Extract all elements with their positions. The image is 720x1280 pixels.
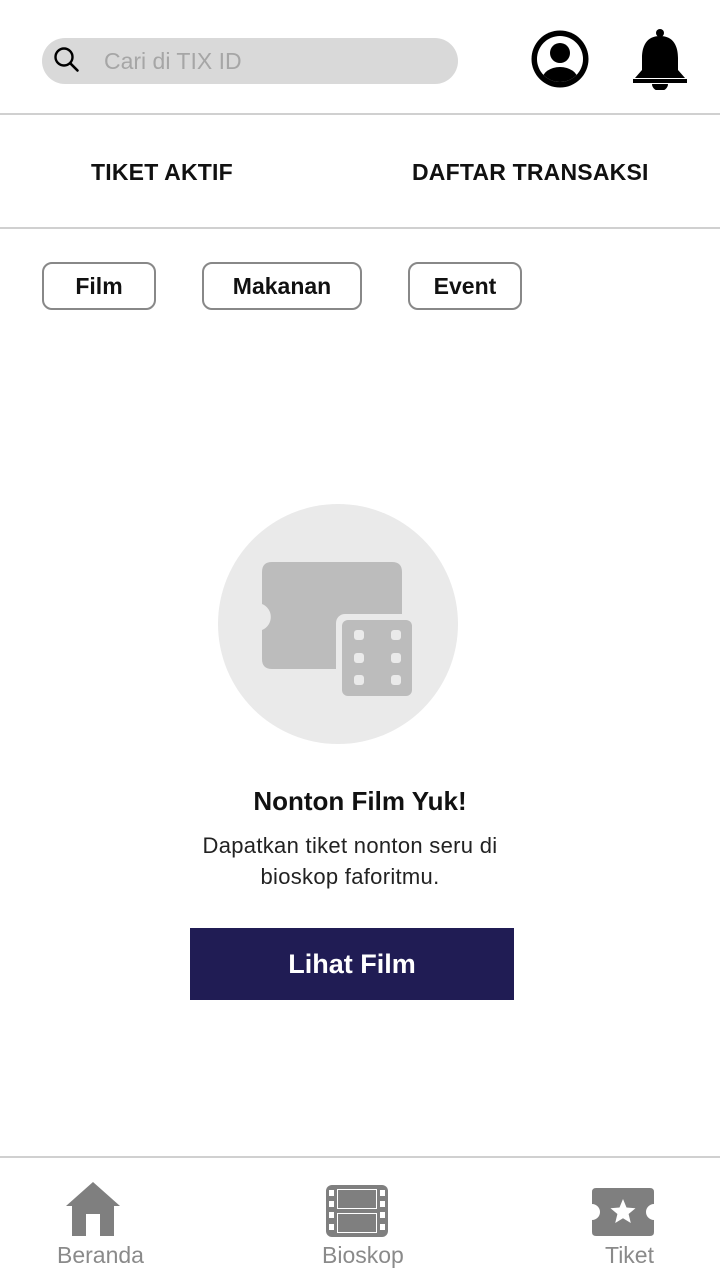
film-strip-icon bbox=[326, 1185, 388, 1237]
nav-item-beranda[interactable]: Beranda bbox=[50, 1158, 160, 1280]
search-icon bbox=[52, 45, 82, 75]
see-films-button[interactable]: Lihat Film bbox=[190, 928, 514, 1000]
top-bar bbox=[0, 0, 720, 115]
filter-makanan[interactable]: Makanan bbox=[202, 262, 362, 310]
filter-event[interactable]: Event bbox=[408, 262, 522, 310]
nav-label-tiket: Tiket bbox=[605, 1242, 654, 1268]
bottom-nav: Beranda Bioskop Tiket bbox=[0, 1156, 720, 1280]
home-icon bbox=[66, 1182, 120, 1236]
bell-icon bbox=[633, 29, 687, 90]
nav-label-beranda: Beranda bbox=[57, 1242, 144, 1268]
nav-item-bioskop[interactable]: Bioskop bbox=[315, 1158, 425, 1280]
search-bar[interactable] bbox=[42, 38, 458, 84]
filter-film[interactable]: Film bbox=[42, 262, 156, 310]
ticket-film-icon bbox=[262, 562, 416, 702]
profile-button[interactable] bbox=[530, 28, 590, 90]
empty-state-title: Nonton Film Yuk! bbox=[253, 786, 467, 816]
nav-item-tiket[interactable]: Tiket bbox=[590, 1158, 670, 1280]
user-circle-icon bbox=[531, 30, 589, 88]
tab-daftar-transaksi[interactable]: DAFTAR TRANSAKSI bbox=[412, 159, 649, 186]
empty-state-description-line2: bioskop faforitmu. bbox=[260, 864, 440, 889]
tab-tiket-aktif[interactable]: TIKET AKTIF bbox=[91, 159, 233, 186]
empty-state-description-line1: Dapatkan tiket nonton seru di bbox=[202, 833, 498, 858]
ticket-star-icon bbox=[592, 1188, 654, 1236]
ticket-tabs: TIKET AKTIF DAFTAR TRANSAKSI bbox=[0, 117, 720, 229]
notifications-button[interactable] bbox=[630, 28, 690, 90]
nav-label-bioskop: Bioskop bbox=[322, 1242, 404, 1268]
empty-state-illustration bbox=[218, 504, 458, 744]
empty-state-description: Dapatkan tiket nonton seru di bioskop fa… bbox=[170, 830, 530, 892]
search-input[interactable] bbox=[104, 38, 444, 84]
